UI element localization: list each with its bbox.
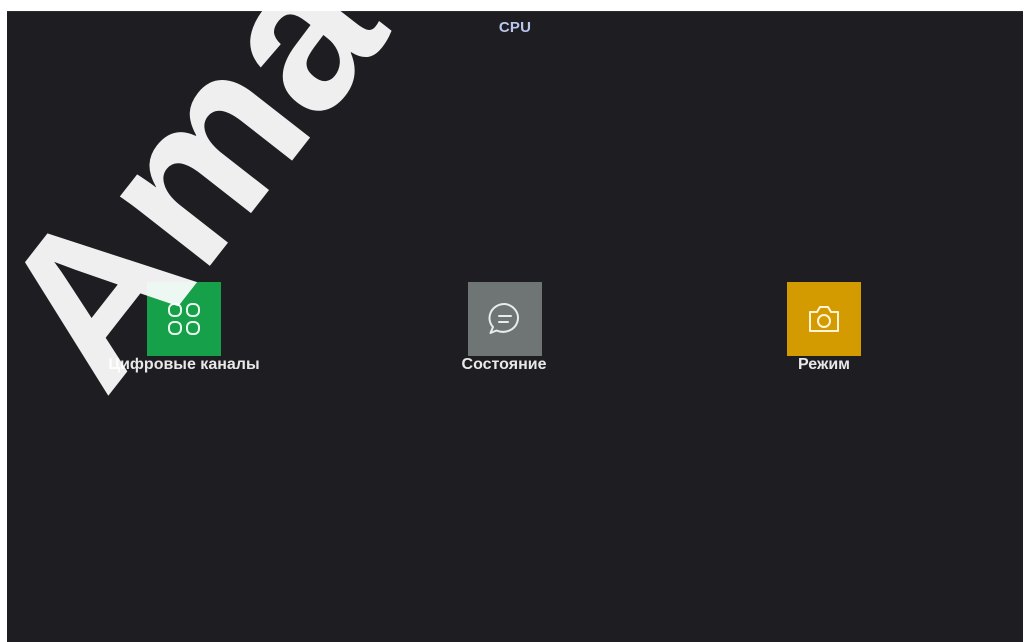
digital-channels-button[interactable] — [147, 282, 221, 356]
digital-channels-label[interactable]: Цифровые каналы — [108, 356, 259, 374]
mode-label[interactable]: Режим — [798, 356, 850, 374]
grid-icon — [166, 301, 202, 337]
mode-button[interactable] — [787, 282, 861, 356]
page-title: CPU — [498, 19, 532, 36]
camera-icon — [805, 300, 843, 338]
status-button[interactable] — [468, 282, 542, 356]
message-icon — [486, 300, 524, 338]
main-screen: CPU Цифровые каналы Состояние Режим — [7, 11, 1023, 642]
status-label[interactable]: Состояние — [462, 356, 547, 374]
